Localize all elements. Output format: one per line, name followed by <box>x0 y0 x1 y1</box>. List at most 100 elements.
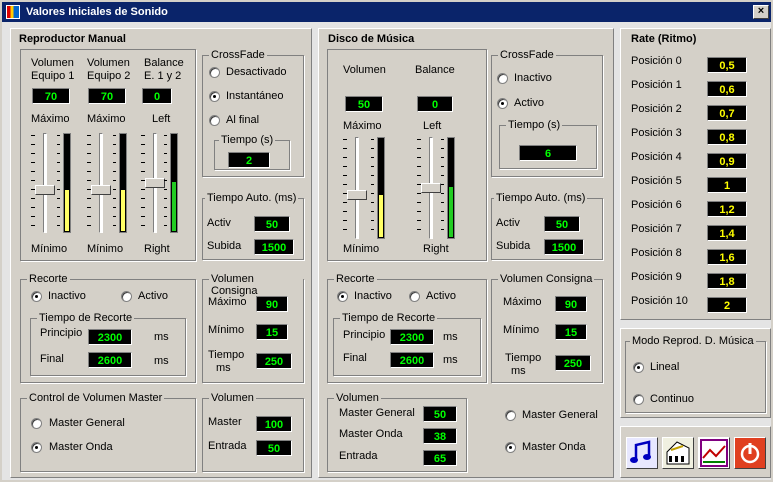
disco-vol-heading: Volumen <box>343 64 386 76</box>
meter-ticks <box>164 135 167 231</box>
disco-final-label: Final <box>343 352 367 364</box>
level-meter <box>119 133 127 233</box>
slider-track[interactable] <box>99 133 103 233</box>
disco-crossfade-tiempo-value: 6 <box>519 145 577 161</box>
disco-mg-label: Master General <box>339 407 415 419</box>
slider-track[interactable] <box>355 137 359 239</box>
disco-crossfade-title: CrossFade <box>498 49 556 61</box>
rate-value: 0,6 <box>707 81 747 97</box>
disco-tiempo-title: Tiempo (s) <box>506 119 563 131</box>
disco-subida-label: Subida <box>496 240 531 252</box>
manual-crossfade-radio-1[interactable] <box>209 67 220 78</box>
balance-right-label: Right <box>144 243 170 255</box>
slider-thumb[interactable] <box>421 183 441 193</box>
slider-thumb[interactable] <box>145 178 165 188</box>
rate-label: Posición 10 <box>631 295 688 307</box>
disco-master-opt1[interactable]: Master General <box>522 409 598 422</box>
disco-consigna-max-label: Máximo <box>503 296 542 308</box>
vol2-heading: Volumen <box>87 57 130 69</box>
disco-recorte-radio-2[interactable] <box>409 291 420 302</box>
manual-master-radio-1[interactable] <box>31 418 42 429</box>
slider-thumb[interactable] <box>35 185 55 195</box>
chart-icon[interactable] <box>698 437 730 469</box>
slider-thumb[interactable] <box>91 185 111 195</box>
close-button[interactable]: × <box>753 5 769 19</box>
disco-subida-value: 1500 <box>544 239 584 255</box>
rate-list: Posición 0 0,5 Posición 1 0,6 Posición 2 0,… <box>629 47 764 315</box>
level-meter-fill <box>65 190 69 231</box>
modo-opt2[interactable]: Continuo <box>650 393 694 406</box>
power-icon[interactable] <box>734 437 766 469</box>
manual-tiempo-recorte-title: Tiempo de Recorte <box>37 312 135 324</box>
manual-recorte-opt1[interactable]: Inactivo <box>48 290 86 303</box>
piano-icon[interactable] <box>662 437 694 469</box>
manual-recorte-radio-2[interactable] <box>121 291 132 302</box>
disco-mo-value: 38 <box>423 428 457 444</box>
slider-ticks <box>87 135 91 231</box>
vol1-value: 70 <box>32 88 70 104</box>
vol1-min-label: Mínimo <box>31 243 68 255</box>
manual-crossfade-radio-2[interactable] <box>209 91 220 102</box>
disco-recorte-radio-1[interactable] <box>337 291 348 302</box>
vol2-slider[interactable] <box>85 133 129 233</box>
manual-master-radio-2[interactable] <box>31 442 42 453</box>
modo-opt1[interactable]: Lineal <box>650 361 679 374</box>
rate-title: Rate (Ritmo) <box>631 33 697 45</box>
disco-en-value: 65 <box>423 450 457 466</box>
manual-principio-unit: ms <box>154 331 169 343</box>
rate-label: Posición 9 <box>631 271 682 283</box>
rate-value: 1,2 <box>707 201 747 217</box>
modo-panel: Modo Reprod. D. Música Lineal Continuo <box>620 328 771 418</box>
disco-master-radio-1[interactable] <box>505 410 516 421</box>
rate-label: Posición 6 <box>631 199 682 211</box>
slider-ticks <box>31 135 35 231</box>
balance-slider[interactable] <box>139 133 180 233</box>
manual-master-opt1[interactable]: Master General <box>49 417 125 430</box>
disco-vol-slider[interactable] <box>341 137 387 239</box>
disco-crossfade-opt1[interactable]: Inactivo <box>514 72 552 85</box>
level-meter <box>377 137 385 239</box>
disco-crossfade-radio-1[interactable] <box>497 73 508 84</box>
disco-recorte-opt2[interactable]: Activo <box>426 290 456 303</box>
manual-subida-value: 1500 <box>254 239 294 255</box>
manual-crossfade-opt3[interactable]: Al final <box>226 114 259 127</box>
manual-recorte-radio-1[interactable] <box>31 291 42 302</box>
rate-value: 1 <box>707 177 747 193</box>
manual-recorte-title: Recorte <box>27 273 70 285</box>
modo-radio-2[interactable] <box>633 394 644 405</box>
vol2-min-label: Mínimo <box>87 243 124 255</box>
disco-final-value: 2600 <box>390 352 434 368</box>
slider-thumb[interactable] <box>347 190 367 200</box>
rate-value: 0,8 <box>707 129 747 145</box>
manual-subida-label: Subida <box>207 240 242 252</box>
disco-crossfade-radio-2[interactable] <box>497 98 508 109</box>
vol1-slider[interactable] <box>29 133 73 233</box>
title-bar[interactable]: Valores Iniciales de Sonido <box>2 2 771 22</box>
disco-vol-value: 50 <box>345 96 383 112</box>
toolbar-panel <box>620 426 771 478</box>
manual-master-group: Control de Volumen Master <box>20 392 196 472</box>
level-meter-fill <box>379 195 383 237</box>
disco-balance-left-label: Left <box>423 120 442 132</box>
manual-recorte-opt2[interactable]: Activo <box>138 290 168 303</box>
manual-activ-value: 50 <box>254 216 290 232</box>
disco-balance-value: 0 <box>417 96 453 112</box>
manual-crossfade-opt2[interactable]: Instantáneo <box>226 90 284 103</box>
modo-radio-1[interactable] <box>633 362 644 373</box>
disco-balance-slider[interactable] <box>415 137 457 239</box>
vol2-value: 70 <box>88 88 126 104</box>
manual-crossfade-opt1[interactable]: Desactivado <box>226 66 287 79</box>
disco-recorte-opt1[interactable]: Inactivo <box>354 290 392 303</box>
vol1-max-label: Máximo <box>31 113 70 125</box>
level-meter-fill <box>449 187 453 237</box>
music-note-icon[interactable] <box>626 437 658 469</box>
disco-mo-label: Master Onda <box>339 428 403 440</box>
disco-master-opt2[interactable]: Master Onda <box>522 441 586 454</box>
disco-master-radio-2[interactable] <box>505 442 516 453</box>
manual-crossfade-radio-3[interactable] <box>209 115 220 126</box>
disco-crossfade-opt2[interactable]: Activo <box>514 97 544 110</box>
manual-master-opt2[interactable]: Master Onda <box>49 441 113 454</box>
slider-track[interactable] <box>43 133 47 233</box>
manual-volumen-entrada-label: Entrada <box>208 440 247 452</box>
rate-label: Posición 2 <box>631 103 682 115</box>
